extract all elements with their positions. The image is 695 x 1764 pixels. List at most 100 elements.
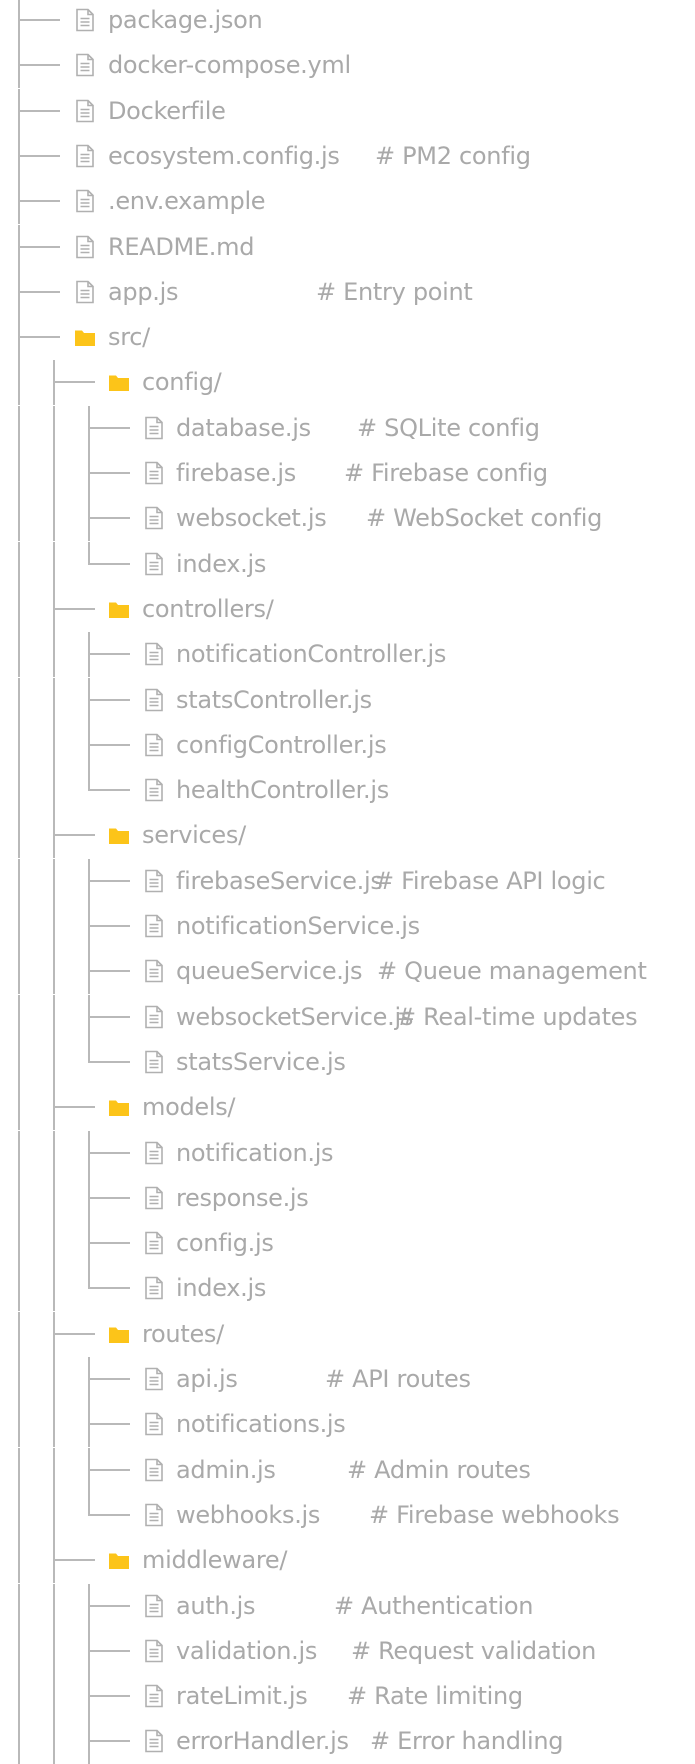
tree-folder-row[interactable]: middleware/ — [0, 1538, 695, 1584]
file-name: config.js — [176, 1229, 274, 1258]
tree-folder-row[interactable]: src/ — [0, 315, 695, 361]
tree-file-row[interactable]: docker-compose.yml — [0, 43, 695, 89]
tree-guide-line — [18, 1085, 20, 1131]
file-name: response.js — [176, 1183, 309, 1212]
tree-file-row[interactable]: notification.js — [0, 1130, 695, 1176]
file-name: index.js — [176, 1274, 267, 1303]
file-icon — [143, 688, 165, 712]
tree-file-row[interactable]: healthController.js — [0, 768, 695, 814]
tree-guide-line — [53, 949, 55, 995]
tree-file-row[interactable]: firebase.js # Firebase config — [0, 451, 695, 496]
folder-icon — [108, 1322, 130, 1346]
tree-file-row[interactable]: rateLimit.js # Rate limiting — [0, 1674, 695, 1720]
folder-icon — [74, 325, 96, 349]
file-icon — [143, 1231, 165, 1255]
tree-branch — [90, 698, 130, 701]
tree-connector — [88, 1492, 90, 1516]
tree-guide-line — [53, 1221, 55, 1267]
tree-file-row[interactable]: admin.js # Admin routes — [0, 1447, 695, 1493]
tree-file-row[interactable]: statsController.js — [0, 677, 695, 723]
file-comment: # SQLite config — [357, 413, 540, 442]
file-icon — [74, 189, 96, 213]
file-name: .env.example — [108, 187, 266, 216]
tree-file-row[interactable]: package.json — [0, 0, 695, 43]
tree-guide-line — [18, 858, 20, 904]
tree-guide-line — [18, 1628, 20, 1674]
tree-file-row[interactable]: database.js # SQLite config — [0, 405, 695, 451]
tree-branch — [90, 1287, 130, 1290]
file-comment: # Admin routes — [347, 1455, 531, 1484]
tree-folder-row[interactable]: routes/ — [0, 1311, 695, 1357]
tree-branch — [20, 64, 60, 67]
tree-file-row[interactable]: validation.js # Request validation — [0, 1628, 695, 1674]
file-name: notificationService.js — [176, 912, 420, 940]
tree-branch — [90, 789, 130, 792]
tree-file-row[interactable]: index.js — [0, 1266, 695, 1312]
tree-guide-line — [18, 994, 20, 1040]
file-icon — [143, 1412, 165, 1436]
tree-file-row[interactable]: webhooks.js # Firebase webhooks — [0, 1492, 695, 1538]
file-icon — [143, 869, 165, 893]
file-comment: # Firebase config — [344, 459, 548, 487]
tree-file-row[interactable]: index.js — [0, 541, 695, 587]
tree-connector — [18, 0, 20, 43]
tree-branch — [20, 19, 60, 21]
file-name: websocket.js — [176, 504, 327, 533]
tree-guide-line — [18, 1447, 20, 1493]
tree-file-row[interactable]: queueService.js # Queue management — [0, 949, 695, 995]
tree-branch — [90, 653, 130, 656]
tree-branch — [55, 834, 95, 837]
tree-file-row[interactable]: .env.example — [0, 179, 695, 225]
tree-guide-line — [18, 677, 20, 723]
folder-name: middleware/ — [142, 1546, 288, 1575]
file-comment: # Authentication — [334, 1591, 534, 1620]
tree-guide-line — [53, 405, 55, 451]
tree-branch — [90, 1468, 130, 1471]
file-icon — [74, 8, 96, 32]
tree-file-row[interactable]: auth.js # Authentication — [0, 1583, 695, 1629]
tree-file-row[interactable]: notificationService.js — [0, 904, 695, 949]
tree-guide-line — [18, 1719, 20, 1764]
file-name: websocketService.js — [176, 1002, 414, 1031]
tree-file-row[interactable]: websocket.js # WebSocket config — [0, 496, 695, 542]
tree-file-row[interactable]: statsService.js — [0, 1039, 695, 1085]
file-icon — [74, 144, 96, 168]
file-name: notificationController.js — [176, 640, 447, 669]
tree-file-row[interactable]: app.js # Entry point — [0, 269, 695, 315]
tree-file-row[interactable]: Dockerfile — [0, 88, 695, 134]
tree-connector — [88, 541, 90, 565]
tree-file-row[interactable]: api.js # API routes — [0, 1357, 695, 1402]
tree-guide-line — [53, 1674, 55, 1720]
tree-guide-line — [18, 586, 20, 632]
tree-branch — [90, 1695, 130, 1698]
tree-branch — [90, 1015, 130, 1018]
tree-guide-line — [18, 1039, 20, 1085]
folder-icon — [108, 370, 130, 394]
tree-file-row[interactable]: config.js — [0, 1221, 695, 1267]
tree-connector — [88, 1266, 90, 1290]
file-icon — [74, 280, 96, 304]
tree-file-row[interactable]: README.md — [0, 224, 695, 270]
tree-folder-row[interactable]: models/ — [0, 1085, 695, 1131]
tree-folder-row[interactable]: services/ — [0, 813, 695, 859]
tree-folder-row[interactable]: controllers/ — [0, 586, 695, 632]
file-comment: # Queue management — [377, 957, 647, 986]
tree-file-row[interactable]: configController.js — [0, 722, 695, 768]
file-comment: # Entry point — [316, 277, 473, 306]
tree-file-row[interactable]: notificationController.js — [0, 632, 695, 678]
folder-name: routes/ — [142, 1319, 224, 1348]
file-icon — [143, 1186, 165, 1210]
file-name: admin.js — [176, 1455, 276, 1484]
tree-file-row[interactable]: response.js — [0, 1175, 695, 1221]
file-icon — [143, 1141, 165, 1165]
tree-guide-line — [18, 1221, 20, 1267]
tree-file-row[interactable]: errorHandler.js # Error handling — [0, 1719, 695, 1764]
tree-file-row[interactable]: notifications.js — [0, 1402, 695, 1448]
tree-folder-row[interactable]: config/ — [0, 360, 695, 406]
tree-guide-line — [18, 813, 20, 859]
tree-guide-line — [53, 1039, 55, 1085]
tree-guide-line — [18, 949, 20, 995]
tree-file-row[interactable]: websocketService.js # Real-time updates — [0, 994, 695, 1040]
tree-file-row[interactable]: ecosystem.config.js # PM2 config — [0, 133, 695, 179]
tree-file-row[interactable]: firebaseService.js # Firebase API logic — [0, 858, 695, 904]
